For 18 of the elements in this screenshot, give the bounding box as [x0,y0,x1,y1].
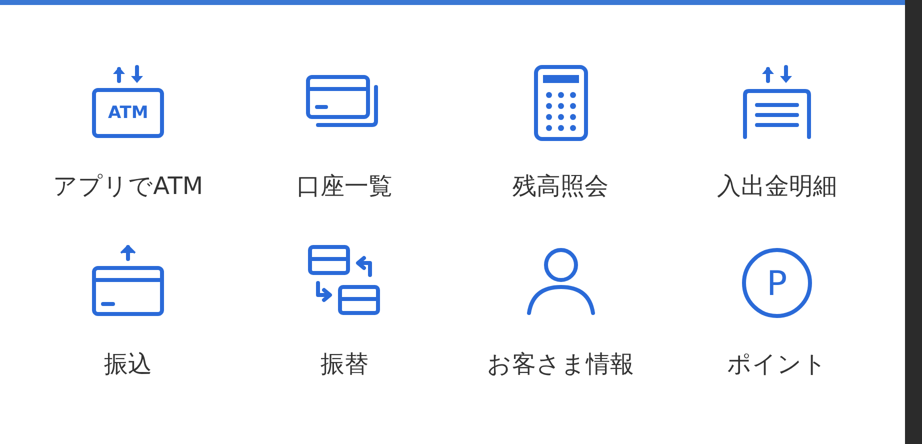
menu-label: 振込 [104,349,152,379]
menu-item[interactable]: ATM アプリでATM [20,63,236,201]
menu-item[interactable]: P ポイント [668,241,885,379]
menu-item[interactable]: 振込 [20,241,236,379]
menu-item[interactable]: 入出金明細 [668,63,885,201]
menu-item[interactable]: お客さま情報 [452,241,669,379]
menu-label: アプリでATM [53,171,204,201]
menu-label: 残高照会 [512,171,609,201]
menu-item[interactable]: 残高照会 [452,63,669,201]
icon-text: P [766,267,788,301]
icon-text: ATM [106,105,150,122]
menu-label: 口座一覧 [296,171,392,201]
menu-item[interactable]: 振替 [236,241,452,379]
menu-label: ポイント [726,349,827,379]
menu-label: 入出金明細 [716,171,837,201]
menu-label: お客さま情報 [487,349,634,379]
menu-item[interactable]: 口座一覧 [236,63,452,201]
menu-label: 振替 [320,349,368,379]
